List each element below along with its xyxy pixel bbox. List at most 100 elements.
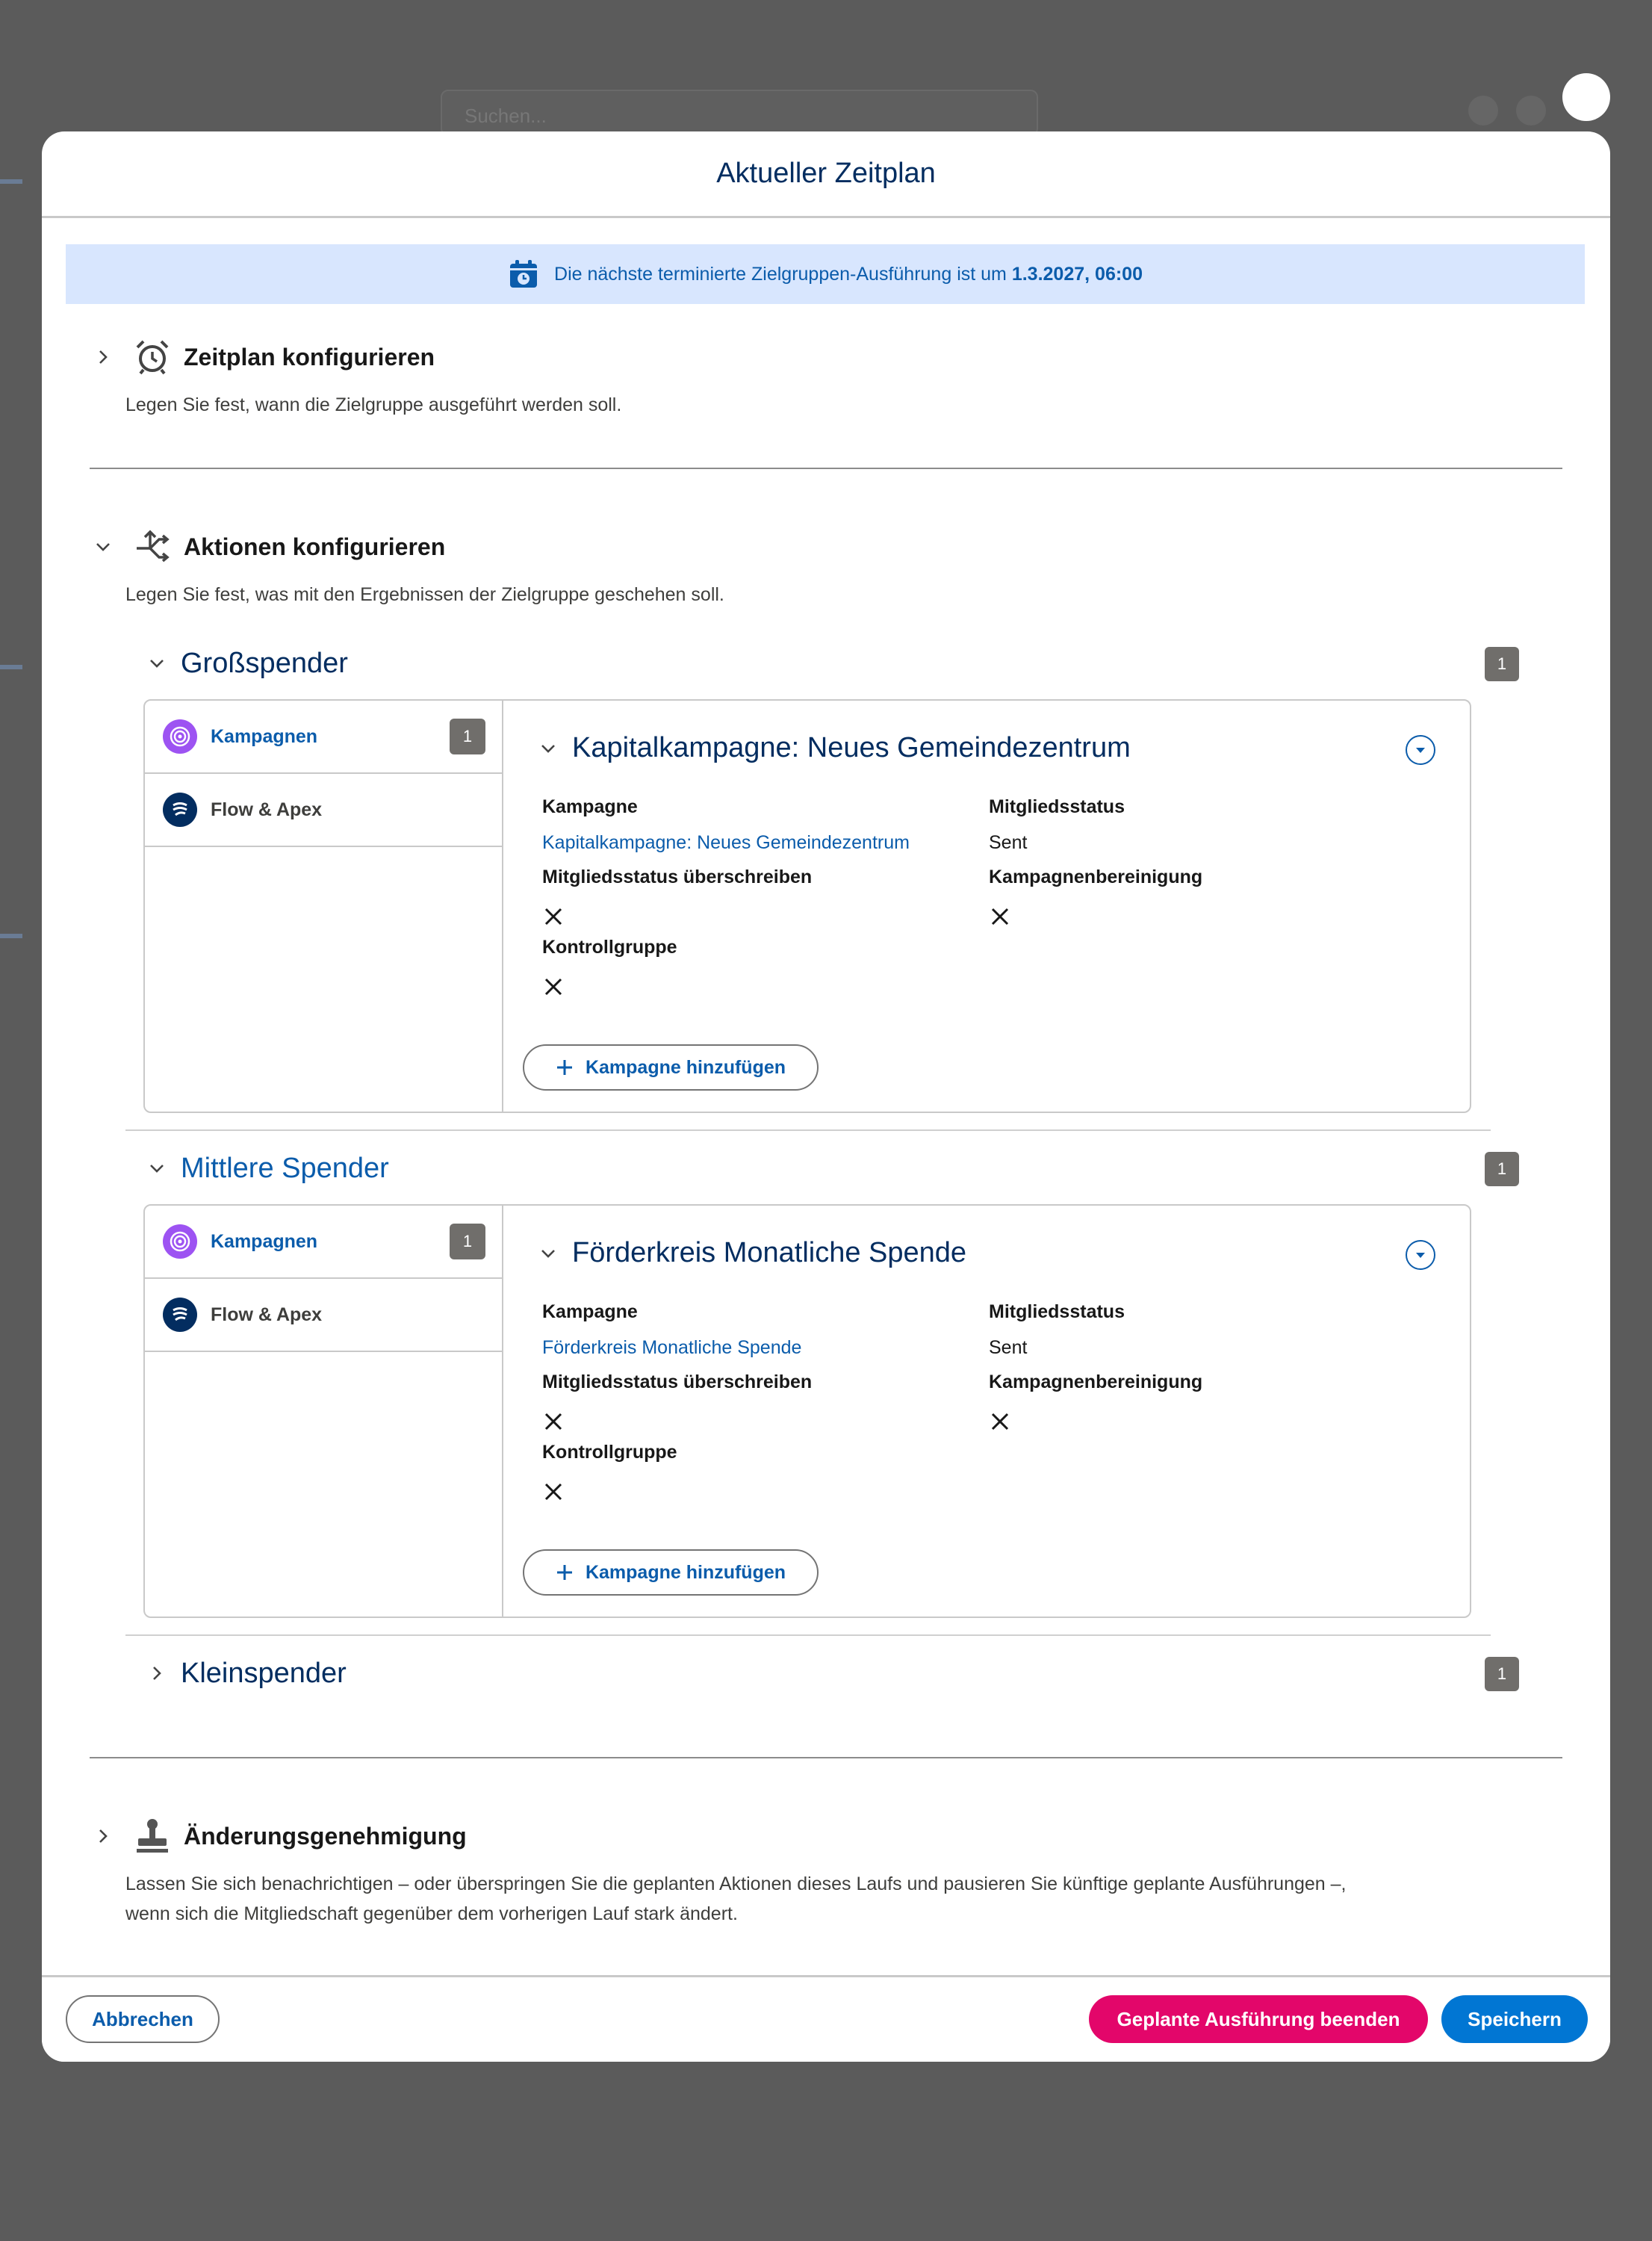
chevron-down-icon[interactable] (143, 1155, 170, 1182)
group-header-mittlere-spender[interactable]: Mittlere Spender 1 (143, 1146, 1519, 1191)
save-button[interactable]: Speichern (1441, 1995, 1588, 2043)
field-label-kontrollgruppe: Kontrollgruppe (542, 1442, 677, 1463)
chevron-down-icon[interactable] (90, 533, 117, 560)
close-x-icon (544, 1413, 562, 1431)
background-search-field: Suchen... (441, 90, 1038, 136)
actions-section-title: Aktionen konfigurieren (184, 533, 446, 560)
field-value-mitgliedsstatus: Sent (989, 1337, 1028, 1358)
approval-description-line: wenn sich die Mitgliedschaft gegenüber d… (125, 1903, 738, 1924)
actions-section-header[interactable]: Aktionen konfigurieren (90, 526, 445, 568)
group-title[interactable]: Mittlere Spender (181, 1153, 389, 1185)
stop-scheduled-run-button[interactable]: Geplante Ausführung beenden (1089, 1995, 1428, 2043)
campaign-detail-header[interactable]: Förderkreis Monatliche Spende (535, 1237, 966, 1269)
tab-flow-apex[interactable]: Flow & Apex (145, 1279, 502, 1352)
group-divider (125, 1129, 1491, 1131)
campaign-detail: Kapitalkampagne: Neues Gemeindezentrum K… (503, 701, 1470, 1112)
field-label-mitgliedsstatus: Mitgliedsstatus (989, 1301, 1125, 1322)
plus-icon (556, 1060, 572, 1075)
tab-flow-apex[interactable]: Flow & Apex (145, 774, 502, 847)
dropdown-menu-icon[interactable] (1406, 735, 1435, 765)
close-x-icon (991, 908, 1009, 926)
tab-count-badge: 1 (450, 1224, 485, 1259)
calendar-icon (510, 260, 538, 288)
approval-section-description: Lassen Sie sich benachrichtigen – oder ü… (125, 1869, 1347, 1929)
field-label-bereinigung: Kampagnenbereinigung (989, 867, 1203, 887)
group-header-kleinspender[interactable]: Kleinspender 1 (143, 1651, 1519, 1696)
close-x-icon (544, 978, 562, 996)
schedule-modal: Aktueller Zeitplan Die nächste terminier… (42, 131, 1610, 2062)
next-run-banner: Die nächste terminierte Zielgruppen-Ausf… (66, 244, 1585, 304)
chevron-down-icon[interactable] (535, 1240, 562, 1267)
campaign-target-icon (163, 1224, 197, 1259)
group-divider (125, 1634, 1491, 1636)
field-label-kontrollgruppe: Kontrollgruppe (542, 937, 677, 958)
background-nav-marker (0, 934, 22, 938)
close-x-icon (544, 908, 562, 926)
approval-section-title: Änderungsgenehmigung (184, 1822, 467, 1850)
modal-header: Aktueller Zeitplan (42, 131, 1610, 218)
campaign-detail: Förderkreis Monatliche Spende Kampagne F… (503, 1206, 1470, 1617)
banner-datetime: 1.3.2027, 06:00 (1011, 263, 1143, 285)
banner-text: Die nächste terminierte Zielgruppen-Ausf… (554, 263, 1007, 285)
add-campaign-button[interactable]: Kampagne hinzufügen (523, 1044, 819, 1091)
group-count-badge: 1 (1485, 1152, 1519, 1186)
background-nav-marker (0, 179, 22, 184)
add-campaign-button[interactable]: Kampagne hinzufügen (523, 1549, 819, 1596)
campaign-title: Kapitalkampagne: Neues Gemeindezentrum (572, 732, 1131, 763)
schedule-section-title: Zeitplan konfigurieren (184, 343, 435, 371)
group-title: Großspender (181, 647, 348, 679)
tab-kampagnen[interactable]: Kampagnen 1 (145, 1206, 502, 1279)
approval-description-line: Lassen Sie sich benachrichtigen – oder ü… (125, 1873, 1347, 1894)
campaign-link[interactable]: Kapitalkampagne: Neues Gemeindezentrum (542, 832, 910, 854)
tab-kampagnen[interactable]: Kampagnen 1 (145, 701, 502, 774)
tab-count-badge: 1 (450, 719, 485, 754)
schedule-section-description: Legen Sie fest, wann die Zielgruppe ausg… (125, 394, 622, 415)
close-x-icon (991, 1413, 1009, 1431)
schedule-section-header[interactable]: Zeitplan konfigurieren (90, 336, 435, 378)
cancel-button[interactable]: Abbrechen (66, 1995, 220, 2043)
background-settings-icon (1516, 96, 1546, 125)
chevron-down-icon[interactable] (143, 650, 170, 677)
background-nav-marker (0, 665, 22, 669)
tab-label: Flow & Apex (211, 799, 323, 820)
campaign-target-icon (163, 719, 197, 754)
background-avatar-icon (1468, 96, 1498, 125)
tab-label: Kampagnen (211, 725, 318, 747)
campaign-detail-header[interactable]: Kapitalkampagne: Neues Gemeindezentrum (535, 732, 1131, 764)
field-label-kampagne: Kampagne (542, 1301, 638, 1322)
field-label-kampagne: Kampagne (542, 796, 638, 817)
group-count-badge: 1 (1485, 1657, 1519, 1691)
field-value-mitgliedsstatus: Sent (989, 832, 1028, 853)
actions-branch-icon (131, 526, 173, 568)
chevron-down-icon[interactable] (535, 735, 562, 762)
alarm-clock-icon (131, 336, 173, 378)
group-header-grossspender[interactable]: Großspender 1 (143, 641, 1519, 686)
dropdown-menu-icon[interactable] (1406, 1240, 1435, 1270)
group-panel-mittlere-spender: Kampagnen 1 Flow & Apex Förderkreis Mona… (143, 1204, 1471, 1618)
field-label-bereinigung: Kampagnenbereinigung (989, 1371, 1203, 1392)
chevron-right-icon[interactable] (90, 344, 117, 371)
group-count-badge: 1 (1485, 647, 1519, 681)
add-campaign-label: Kampagne hinzufügen (585, 1056, 786, 1078)
approval-section-header[interactable]: Änderungsgenehmigung (90, 1815, 467, 1857)
section-divider (90, 1757, 1562, 1758)
flow-icon (163, 1298, 197, 1332)
plus-icon (556, 1565, 572, 1580)
group-title: Kleinspender (181, 1657, 347, 1689)
chevron-right-icon[interactable] (90, 1823, 117, 1850)
close-x-icon (544, 1483, 562, 1501)
section-divider (90, 468, 1562, 469)
approval-stamp-icon (131, 1815, 173, 1857)
modal-close-button[interactable] (1562, 73, 1610, 121)
action-type-tabs: Kampagnen 1 Flow & Apex (145, 701, 503, 1112)
campaign-title: Förderkreis Monatliche Spende (572, 1237, 967, 1268)
campaign-link[interactable]: Förderkreis Monatliche Spende (542, 1337, 801, 1359)
modal-title: Aktueller Zeitplan (716, 158, 936, 189)
modal-footer: Abbrechen Geplante Ausführung beenden Sp… (42, 1975, 1610, 2062)
background-search-placeholder: Suchen... (465, 105, 547, 127)
chevron-right-icon[interactable] (143, 1660, 170, 1687)
tab-label: Flow & Apex (211, 1304, 323, 1325)
tab-label: Kampagnen (211, 1230, 318, 1252)
group-panel-grossspender: Kampagnen 1 Flow & Apex Kapitalkampagne:… (143, 699, 1471, 1113)
field-label-mitgliedsstatus: Mitgliedsstatus (989, 796, 1125, 817)
